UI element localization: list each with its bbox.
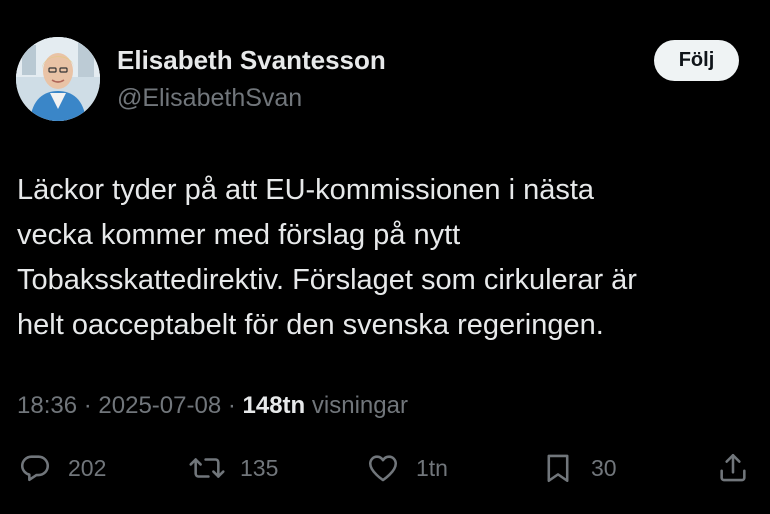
tweet-text-line: vecka kommer med förslag på nytt xyxy=(17,219,461,251)
bookmark-count: 30 xyxy=(591,454,617,481)
display-name[interactable]: Elisabeth Svantesson xyxy=(117,45,386,76)
share-icon xyxy=(720,453,746,482)
share-button[interactable] xyxy=(716,446,750,490)
tweet-card: Elisabeth Svantesson @ElisabethSvan Följ… xyxy=(0,0,770,514)
avatar-photo xyxy=(16,37,100,121)
meta-separator: · xyxy=(83,392,92,419)
tweet-text: Läckor tyder på att EU-kommissionen i nä… xyxy=(17,168,757,348)
user-handle[interactable]: @ElisabethSvan xyxy=(117,84,302,113)
tweet-meta: 18:36 · 2025-07-08 · 148tn visningar xyxy=(17,392,408,420)
meta-separator: · xyxy=(227,392,236,419)
action-bar: 202 135 1tn 30 xyxy=(0,446,770,490)
repost-arrows-icon xyxy=(189,458,225,478)
bookmark-icon xyxy=(547,454,569,483)
tweet-text-line: helt oacceptabelt för den svenska regeri… xyxy=(17,309,604,341)
heart-icon xyxy=(368,455,398,482)
tweet-date[interactable]: 2025-07-08 xyxy=(98,392,221,419)
views-label: visningar xyxy=(311,392,408,419)
views-count: 148tn xyxy=(242,392,306,419)
like-count: 1tn xyxy=(416,454,448,481)
repost-button[interactable]: 135 xyxy=(188,446,278,490)
reply-count: 202 xyxy=(68,454,107,481)
avatar[interactable] xyxy=(16,37,100,121)
speech-bubble-icon xyxy=(20,455,50,482)
tweet-text-line: Tobaksskattedirektiv. Förslaget som cirk… xyxy=(17,264,637,296)
repost-count: 135 xyxy=(240,454,279,481)
reply-button[interactable]: 202 xyxy=(18,446,106,490)
tweet-text-line: Läckor tyder på att EU-kommissionen i nä… xyxy=(17,174,595,206)
like-button[interactable]: 1tn xyxy=(366,446,448,490)
tweet-time[interactable]: 18:36 xyxy=(17,392,77,419)
follow-button[interactable]: Följ xyxy=(654,40,739,81)
bookmark-button[interactable]: 30 xyxy=(541,446,617,490)
